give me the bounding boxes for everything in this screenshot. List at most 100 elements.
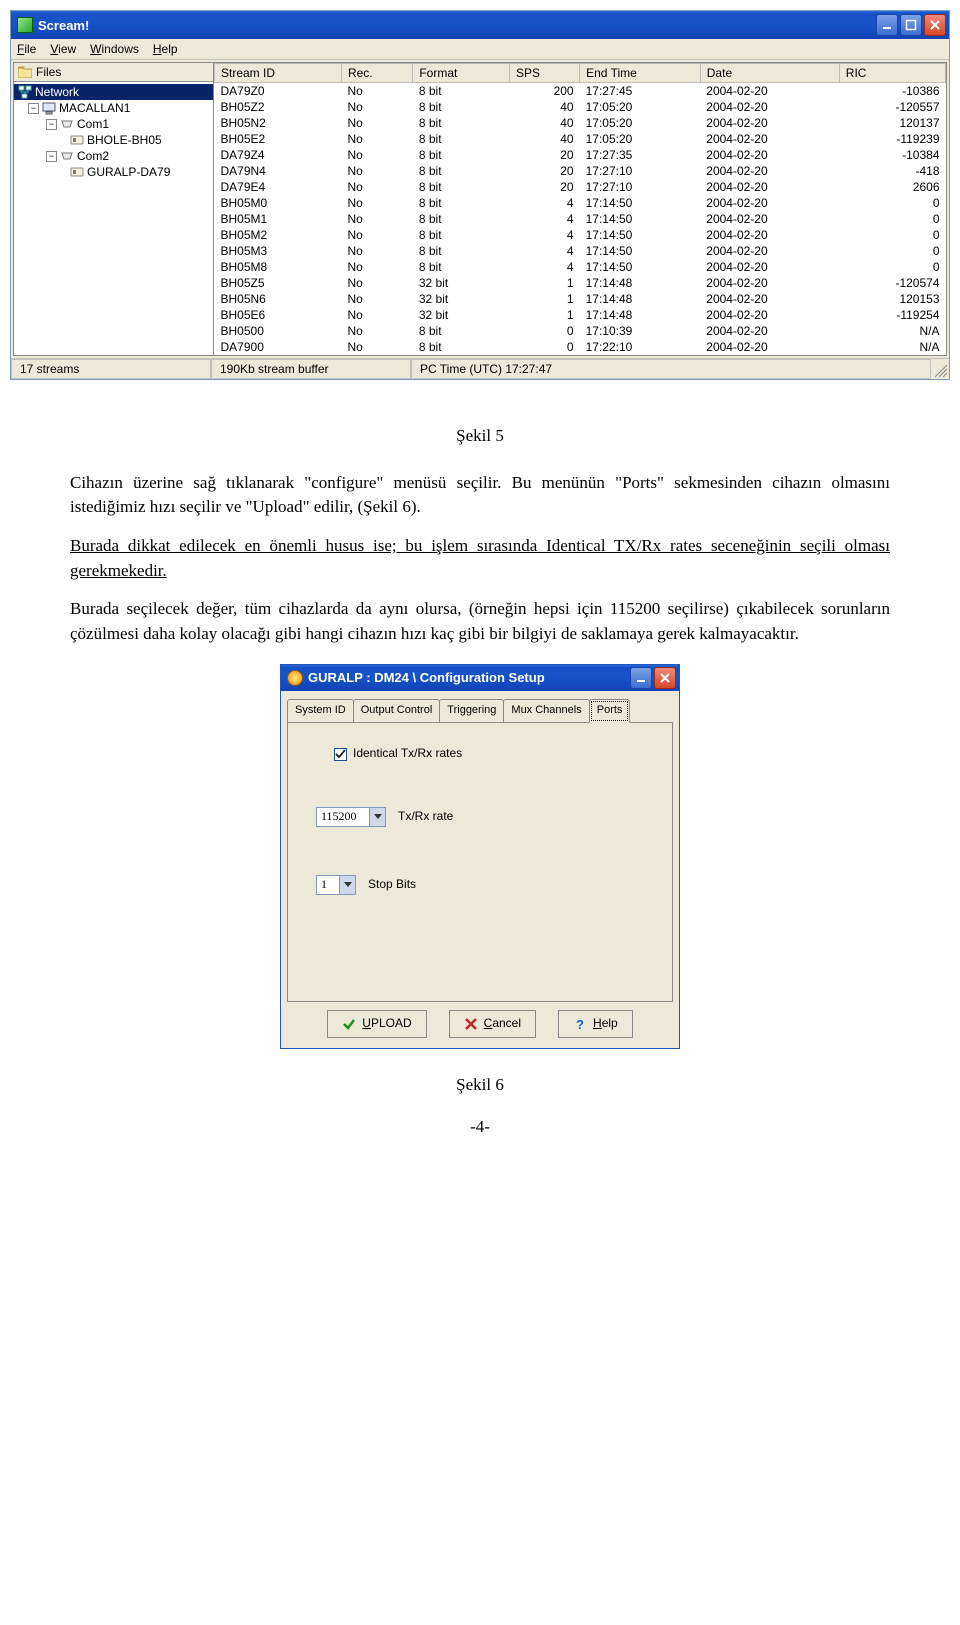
cell: 8 bit xyxy=(413,99,510,115)
col-format[interactable]: Format xyxy=(413,64,510,83)
col-rec[interactable]: Rec. xyxy=(341,64,412,83)
cell: BH0500 xyxy=(215,323,342,339)
dialog-minimize-button[interactable] xyxy=(630,667,652,689)
cell: 17:14:48 xyxy=(580,291,701,307)
cell: BH05M3 xyxy=(215,243,342,259)
table-row[interactable]: BH05M2No8 bit417:14:502004-02-200 xyxy=(215,227,946,243)
status-streams: 17 streams xyxy=(11,359,211,379)
cell: 17:22:10 xyxy=(580,339,701,355)
title-bar[interactable]: Scream! xyxy=(11,11,949,39)
table-row[interactable]: BH05N2No8 bit4017:05:202004-02-20120137 xyxy=(215,115,946,131)
tab-mux-channels[interactable]: Mux Channels xyxy=(503,699,589,722)
table-row[interactable]: BH0500No8 bit017:10:392004-02-20N/A xyxy=(215,323,946,339)
table-row[interactable]: DA79E4No8 bit2017:27:102004-02-202606 xyxy=(215,179,946,195)
table-row[interactable]: DA79N4No8 bit2017:27:102004-02-20-418 xyxy=(215,163,946,179)
close-button[interactable] xyxy=(924,14,946,36)
tree-device-bhole[interactable]: BHOLE-BH05 xyxy=(14,132,213,148)
cell: 0 xyxy=(509,339,579,355)
tree-root-network[interactable]: Network xyxy=(14,84,213,100)
stopbits-input[interactable] xyxy=(317,876,339,894)
table-row[interactable]: BH05E6No32 bit117:14:482004-02-20-119254 xyxy=(215,307,946,323)
cell: DA79N4 xyxy=(215,163,342,179)
tree-com2-label: Com2 xyxy=(77,149,109,163)
device-icon xyxy=(70,165,84,179)
table-row[interactable]: DA7900No8 bit017:22:102004-02-20N/A xyxy=(215,339,946,355)
col-ric[interactable]: RIC xyxy=(839,64,945,83)
tree-com1-label: Com1 xyxy=(77,117,109,131)
cell: 8 bit xyxy=(413,195,510,211)
cell: 2004-02-20 xyxy=(700,99,839,115)
cell: 4 xyxy=(509,259,579,275)
upload-button[interactable]: UPLOAD xyxy=(327,1010,426,1037)
table-row[interactable]: BH05M3No8 bit417:14:502004-02-200 xyxy=(215,243,946,259)
col-sps[interactable]: SPS xyxy=(509,64,579,83)
cell: No xyxy=(341,115,412,131)
cell: No xyxy=(341,147,412,163)
cell: 0 xyxy=(839,195,945,211)
cell: 20 xyxy=(509,147,579,163)
tree-device-label: BHOLE-BH05 xyxy=(87,133,162,147)
col-end-time[interactable]: End Time xyxy=(580,64,701,83)
identical-checkbox[interactable] xyxy=(334,748,347,761)
x-icon xyxy=(464,1017,478,1031)
table-row[interactable]: BH05M0No8 bit417:14:502004-02-200 xyxy=(215,195,946,211)
expander-icon[interactable]: − xyxy=(28,103,39,114)
cell: BH05M8 xyxy=(215,259,342,275)
cancel-button[interactable]: Cancel xyxy=(449,1010,536,1037)
table-row[interactable]: BH05E2No8 bit4017:05:202004-02-20-119239 xyxy=(215,131,946,147)
dialog-title: GURALP : DM24 \ Configuration Setup xyxy=(308,669,630,688)
col-date[interactable]: Date xyxy=(700,64,839,83)
resize-grip-icon[interactable] xyxy=(931,359,949,379)
cell: BH05N6 xyxy=(215,291,342,307)
cell: 8 bit xyxy=(413,243,510,259)
table-row[interactable]: DA79Z0No8 bit20017:27:452004-02-20-10386 xyxy=(215,83,946,100)
table-row[interactable]: BH05Z2No8 bit4017:05:202004-02-20-120557 xyxy=(215,99,946,115)
stream-table: Stream ID Rec. Format SPS End Time Date … xyxy=(214,63,946,355)
tree-com1[interactable]: − Com1 xyxy=(14,116,213,132)
menu-help[interactable]: Help xyxy=(153,42,178,56)
table-row[interactable]: BH05N6No32 bit117:14:482004-02-20120153 xyxy=(215,291,946,307)
stopbits-combo[interactable] xyxy=(316,875,356,895)
status-buffer: 190Kb stream buffer xyxy=(211,359,411,379)
table-row[interactable]: DA79Z4No8 bit2017:27:352004-02-20-10384 xyxy=(215,147,946,163)
tree-host[interactable]: − MACALLAN1 xyxy=(14,100,213,116)
txrx-combo[interactable] xyxy=(316,807,386,827)
cell: No xyxy=(341,339,412,355)
table-row[interactable]: BH05Z5No32 bit117:14:482004-02-20-120574 xyxy=(215,275,946,291)
tree-com2[interactable]: − Com2 xyxy=(14,148,213,164)
folder-icon xyxy=(18,66,32,78)
cell: 4 xyxy=(509,195,579,211)
table-row[interactable]: BH05M1No8 bit417:14:502004-02-200 xyxy=(215,211,946,227)
menu-file[interactable]: File xyxy=(17,42,36,56)
tab-ports[interactable]: Ports xyxy=(589,699,631,723)
maximize-button[interactable] xyxy=(900,14,922,36)
tab-system-id[interactable]: System ID xyxy=(287,699,354,722)
question-icon: ? xyxy=(573,1017,587,1031)
txrx-input[interactable] xyxy=(317,808,369,826)
tree-device-guralp[interactable]: GURALP-DA79 xyxy=(14,164,213,180)
dialog-close-button[interactable] xyxy=(654,667,676,689)
dialog-title-bar[interactable]: GURALP : DM24 \ Configuration Setup xyxy=(281,665,679,691)
tree-header[interactable]: Files xyxy=(14,63,213,82)
dropdown-icon[interactable] xyxy=(369,808,385,826)
dropdown-icon[interactable] xyxy=(339,876,355,894)
minimize-button[interactable] xyxy=(876,14,898,36)
cell: 0 xyxy=(509,323,579,339)
table-row[interactable]: BH05M8No8 bit417:14:502004-02-200 xyxy=(215,259,946,275)
cell: 2004-02-20 xyxy=(700,243,839,259)
cell: 8 bit xyxy=(413,83,510,100)
cell: 2004-02-20 xyxy=(700,163,839,179)
help-button[interactable]: ? Help xyxy=(558,1010,633,1037)
cell: -418 xyxy=(839,163,945,179)
tab-triggering[interactable]: Triggering xyxy=(439,699,504,722)
expander-icon[interactable]: − xyxy=(46,151,57,162)
menu-view[interactable]: View xyxy=(50,42,76,56)
cell: 20 xyxy=(509,163,579,179)
tab-output-control[interactable]: Output Control xyxy=(353,699,441,722)
cell: 17:27:35 xyxy=(580,147,701,163)
cell: No xyxy=(341,83,412,100)
col-stream-id[interactable]: Stream ID xyxy=(215,64,342,83)
menu-windows[interactable]: Windows xyxy=(90,42,139,56)
expander-icon[interactable]: − xyxy=(46,119,57,130)
cell: 17:14:48 xyxy=(580,307,701,323)
